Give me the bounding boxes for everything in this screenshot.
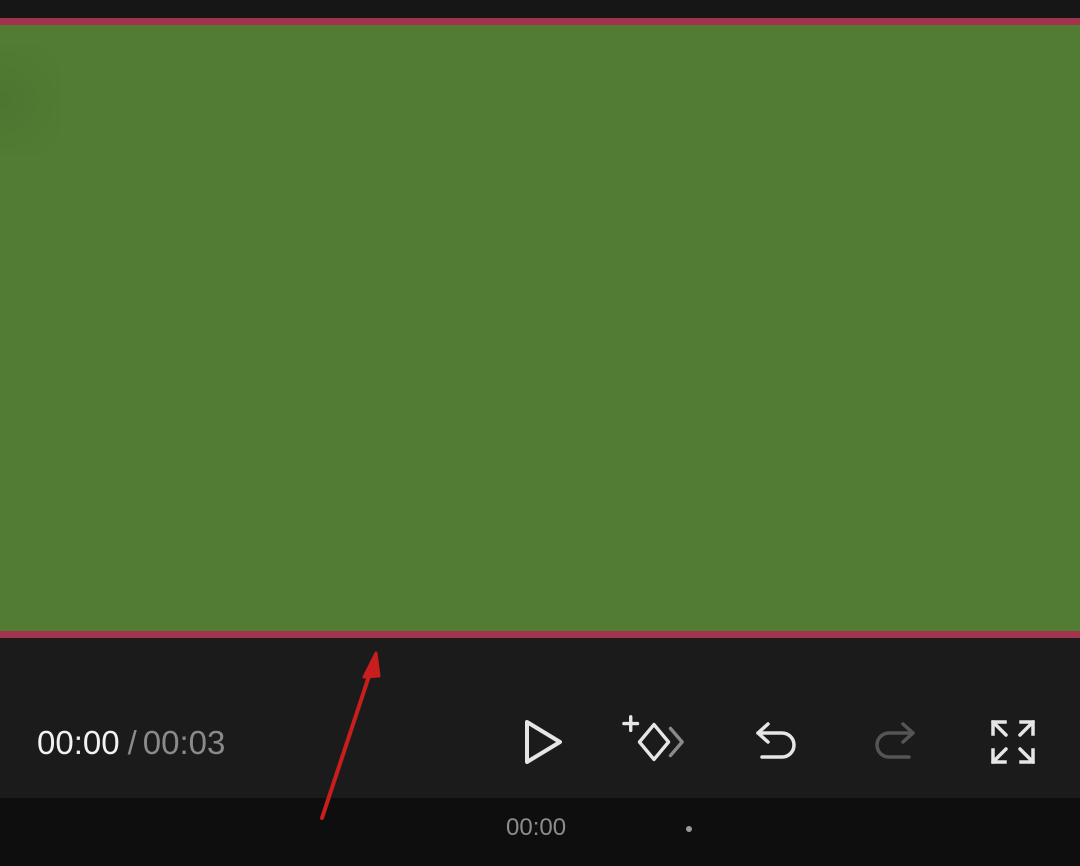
ruler-time-label: 00:00 <box>506 814 567 841</box>
add-keyframe-button[interactable] <box>622 710 686 774</box>
top-bar <box>0 0 1080 18</box>
playback-control-bar: 00:00/00:03 <box>0 638 1080 798</box>
timeline-ruler[interactable]: 00:00 <box>0 798 1080 866</box>
current-time: 00:00 <box>37 724 120 761</box>
add-keyframe-icon <box>622 715 684 762</box>
total-duration: 00:03 <box>142 724 226 761</box>
play-icon <box>525 720 562 764</box>
ruler-tick-dot <box>686 826 692 832</box>
preview-shadow <box>0 45 60 155</box>
play-button[interactable] <box>510 710 574 774</box>
undo-icon <box>756 722 796 759</box>
video-preview[interactable] <box>0 18 1080 638</box>
undo-button[interactable] <box>743 710 807 774</box>
video-editor-screen: 00:00/00:03 00:00 <box>0 0 1080 866</box>
time-separator: / <box>127 724 137 761</box>
redo-icon <box>875 722 915 759</box>
timecode-display: 00:00/00:03 <box>37 723 225 763</box>
fullscreen-button[interactable] <box>981 710 1045 774</box>
redo-button[interactable] <box>864 710 928 774</box>
fullscreen-icon <box>991 720 1035 764</box>
